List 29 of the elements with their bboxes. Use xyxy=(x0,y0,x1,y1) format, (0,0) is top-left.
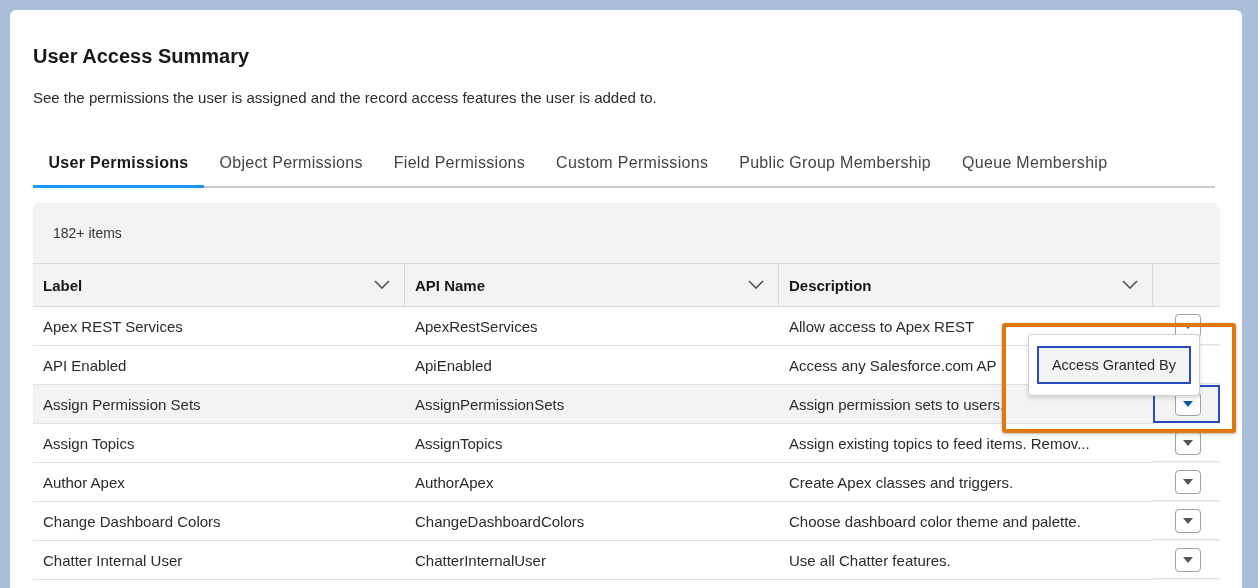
table-cell: Apex REST Services xyxy=(33,307,405,346)
table-cell: Chatter Internal User xyxy=(33,541,405,580)
table-cell: ApiEnabled xyxy=(405,346,779,385)
tab[interactable]: Custom Permissions xyxy=(540,148,724,188)
table-cell: ChatterInternalUser xyxy=(405,541,779,580)
table-cell: Assign Topics xyxy=(33,424,405,463)
table-cell: Create Apex classes and triggers. xyxy=(779,463,1153,502)
table-cell: AssignTopics xyxy=(405,424,779,463)
tab[interactable]: Queue Membership xyxy=(946,148,1123,188)
table-cell: ApexRestServices xyxy=(405,307,779,346)
tab[interactable]: Object Permissions xyxy=(204,148,379,188)
table-cell: ChangeDashboardColors xyxy=(405,502,779,541)
table-cell: Change Dashboard Colors xyxy=(33,502,405,541)
column-header[interactable]: Description xyxy=(779,263,1153,307)
table-cell: Assign existing topics to feed items. Remov... xyxy=(779,424,1153,463)
item-count: 182+ items xyxy=(53,225,122,241)
column-header[interactable]: API Name xyxy=(405,263,779,307)
table-cell: API Enabled xyxy=(33,346,405,385)
table-cell: AuthorApex xyxy=(405,463,779,502)
column-header[interactable]: Label xyxy=(33,263,405,307)
menu-item[interactable]: Access Granted By xyxy=(1037,346,1191,384)
page-description: See the permissions the user is assigned and the record access features the user is added to. xyxy=(33,88,658,108)
tab[interactable]: User Permissions xyxy=(33,148,204,188)
table-cell: Use all Chatter features. xyxy=(779,541,1153,580)
tab[interactable]: Public Group Membership xyxy=(723,148,947,188)
tab[interactable]: Field Permissions xyxy=(378,148,541,188)
table-cell: Author Apex xyxy=(33,463,405,502)
table-cell: Choose dashboard color theme and palette. xyxy=(779,502,1153,541)
page-title: User Access Summary xyxy=(33,44,251,68)
